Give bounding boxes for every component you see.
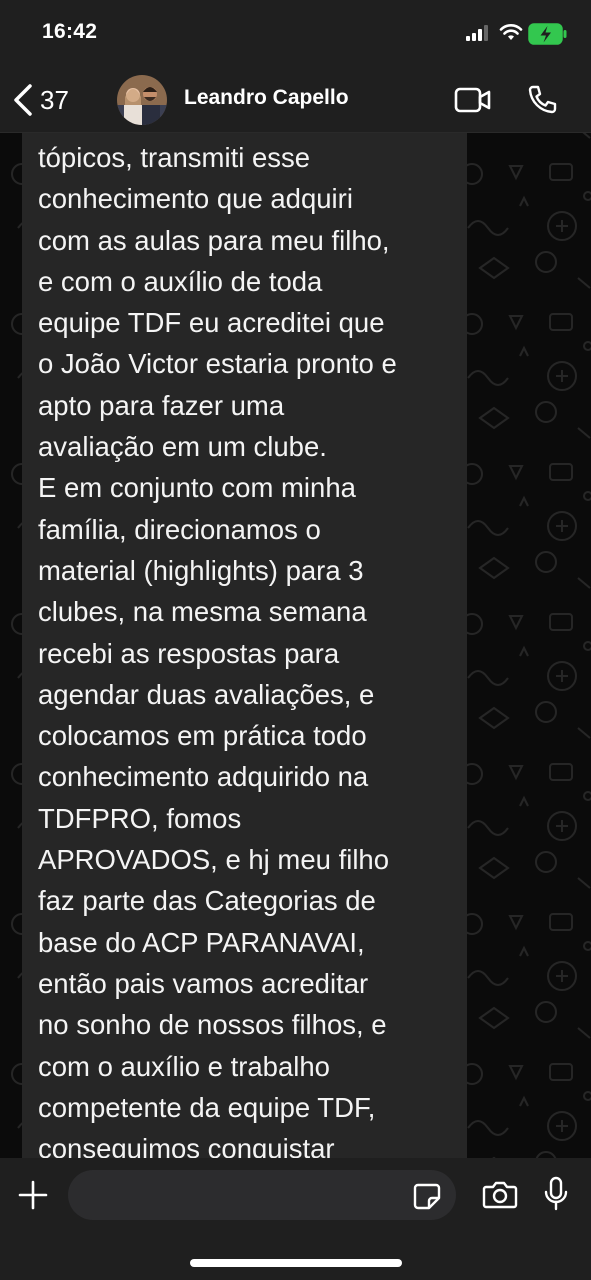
wifi-icon [499,24,523,40]
message-line: no sonho de nossos filhos, e [38,1009,387,1041]
message-line: E em conjunto com minha [38,472,356,504]
message-line: faz parte das Categorias de [38,885,376,917]
input-bar [0,1158,591,1280]
message-line: tópicos, transmiti esse [38,142,311,173]
contact-avatar[interactable] [117,75,167,125]
plus-icon[interactable] [17,1179,49,1211]
message-line: então pais vamos acreditar [38,967,369,999]
message-line: família, direcionamos o [38,513,321,545]
chevron-left-icon [14,84,32,116]
message-line: clubes, na mesma semana [38,596,367,628]
message-line: competente da equipe TDF, [38,1091,376,1123]
sticker-icon[interactable] [413,1182,441,1210]
message-line: com as aulas para meu filho, [38,224,390,256]
message-line: conhecimento que adquiri [38,183,353,215]
message-line: conhecimento adquirido na [38,761,369,793]
phone-icon[interactable] [526,84,558,116]
home-indicator [190,1259,402,1267]
message-line: com o auxílio e trabalho [38,1050,330,1082]
message-text: tópicos, transmiti esse conhecimento que … [38,137,458,1158]
camera-icon[interactable] [482,1180,518,1210]
message-line: o João Victor estaria pronto e [38,348,397,380]
message-line: colocamos em prática todo [38,720,367,752]
microphone-icon[interactable] [543,1176,569,1212]
chat-header: 37 Leandro Capello [0,70,591,133]
message-line: TDFPRO, fomos [38,802,242,834]
message-line: material (highlights) para 3 [38,554,364,586]
message-line: agendar duas avaliações, e [38,678,375,710]
message-line: equipe TDF eu acreditei que [38,307,385,339]
message-line: recebi as respostas para [38,637,340,669]
contact-name[interactable]: Leandro Capello [184,86,349,110]
message-line: avaliação em um clube. [38,431,327,463]
message-line: conseguimos conquistar [38,1133,335,1158]
unread-count: 37 [40,84,69,115]
message-line: base do ACP PARANAVAI, [38,926,365,958]
message-line: apto para fazer uma [38,389,285,421]
message-bubble[interactable]: tópicos, transmiti esse conhecimento que … [22,133,467,1158]
battery-charging-icon [528,23,567,45]
message-line: e com o auxílio de toda [38,265,323,297]
message-area[interactable]: tópicos, transmiti esse conhecimento que … [0,133,591,1158]
message-line: APROVADOS, e hj meu filho [38,844,390,876]
back-button[interactable]: 37 [12,76,102,124]
signal-icon [466,25,488,41]
message-input[interactable] [68,1170,456,1220]
status-time: 16:42 [42,20,98,43]
status-bar: 16:42 [0,0,591,70]
video-camera-icon[interactable] [454,86,492,114]
